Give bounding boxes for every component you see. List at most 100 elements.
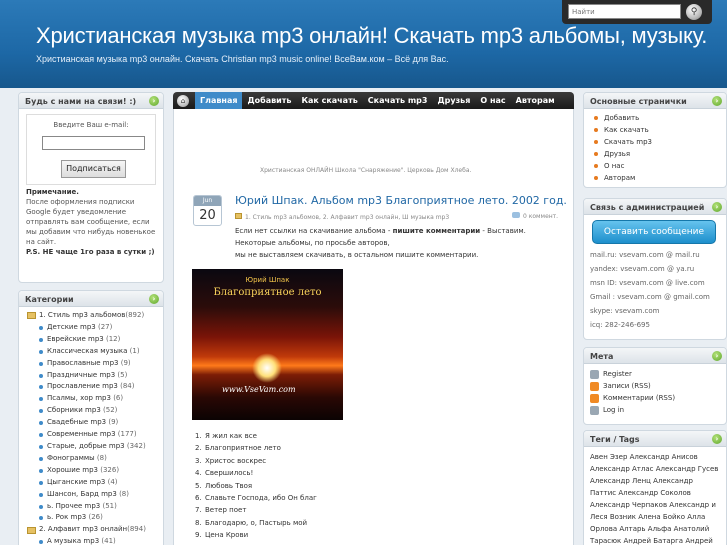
collapse-icon[interactable]: › [149,96,159,106]
category-label[interactable]: Старые, добрые mp3 [47,442,125,450]
category-item[interactable]: ь. Рок mp3 (26) [27,512,163,524]
category-label[interactable]: ь. Рок mp3 [47,513,86,521]
collapse-icon[interactable]: › [712,96,722,106]
category-item[interactable]: Свадебные mp3 (9) [27,417,163,429]
category-item[interactable]: Детские mp3 (27) [27,322,163,334]
nav-friends[interactable]: Друзья [432,92,475,109]
category-count: (326) [100,465,120,474]
category-item[interactable]: Цыганские mp3 (4) [27,477,163,489]
category-item[interactable]: Хорошие mp3 (326) [27,465,163,477]
cover-title: Благоприятное лето [213,287,322,298]
category-label[interactable]: Фонограммы [47,454,95,462]
school-link[interactable]: Христианская ОНЛАЙН Школа "Снаряжение". … [260,167,471,174]
category-label[interactable]: ь. Прочее mp3 [47,502,100,510]
category-label[interactable]: Прославление mp3 [47,382,118,390]
site-title[interactable]: Христианская музыка mp3 онлайн! Скачать … [36,23,707,49]
track-item: 7. Ветер поет [195,506,247,515]
category-item[interactable]: Фонограммы (8) [27,453,163,465]
meta-label[interactable]: Register [603,368,632,380]
contact-line: yandex: vsevam.com @ ya.ru [590,265,695,273]
track-title: Благоприятное лето [205,444,281,453]
category-item[interactable]: Православные mp3 (9) [27,358,163,370]
collapse-icon[interactable]: › [712,434,722,444]
contact-heading: Связь с администрацией [590,203,705,212]
post-categories-text[interactable]: 1. Стиль mp3 альбомов, 2. Алфавит mp3 он… [245,214,449,221]
category-label[interactable]: Детские mp3 [47,323,96,331]
subscribe-button[interactable]: Подписаться [61,160,126,178]
category-item[interactable]: Шансон, Бард mp3 (8) [27,489,163,501]
category-label[interactable]: Хорошие mp3 [47,466,98,474]
collapse-icon[interactable]: › [149,294,159,304]
nav-add[interactable]: Добавить [242,92,296,109]
login-icon [590,405,599,415]
category-count: (892) [125,311,145,319]
collapse-icon[interactable]: › [712,351,722,361]
category-item[interactable]: Классическая музыка (1) [27,346,163,358]
category-item[interactable]: Сборники mp3 (52) [27,405,163,417]
comments-count[interactable]: 0 коммент. [523,213,558,220]
category-item[interactable]: А музыка mp3 (41) [27,536,163,545]
category-label[interactable]: Православные mp3 [47,359,119,367]
meta-label[interactable]: Комментарии (RSS) [603,392,675,404]
category-label[interactable]: 1. Стиль mp3 альбомов [39,310,125,322]
category-item[interactable]: ь. Прочее mp3 (51) [27,501,163,513]
page-link[interactable]: Как скачать [594,124,726,136]
nav-about[interactable]: О нас [475,92,510,109]
category-item[interactable]: Псалмы, хор mp3 (6) [27,393,163,405]
category-label[interactable]: Праздничные mp3 [47,371,115,379]
track-title: Любовь Твоя [205,481,253,490]
meta-link[interactable]: Комментарии (RSS) [590,392,726,404]
track-item: 3. Христос воскрес [195,456,267,465]
pages-widget: Основные странички › Добавить Как скачать С… [583,92,727,188]
track-item: 4. Свершилось! [195,469,254,478]
page-link[interactable]: О нас [594,160,726,172]
nav-download-mp3[interactable]: Скачать mp3 [363,92,433,109]
category-label[interactable]: Цыганские mp3 [47,478,105,486]
category-group[interactable]: 1. Стиль mp3 альбомов (892) [27,310,163,322]
page-link[interactable]: Добавить [594,112,726,124]
subscribe-widget: Будь с нами на связи! :) › Введите Ваш e-… [18,92,164,283]
category-label[interactable]: Псалмы, хор mp3 [47,394,111,402]
track-title: Свершилось! [205,469,254,478]
category-item[interactable]: Еврейские mp3 (12) [27,334,163,346]
category-label[interactable]: 2. Алфавит mp3 онлайн [39,524,127,536]
category-group[interactable]: 2. Алфавит mp3 онлайн (894) [27,524,163,536]
category-label[interactable]: Современные mp3 [47,430,116,438]
category-label[interactable]: А музыка mp3 [47,537,99,545]
search-icon[interactable]: ⚲ [686,4,702,20]
note-title: Примечание. [26,188,79,196]
category-item[interactable]: Праздничные mp3 (5) [27,370,163,382]
category-label[interactable]: Сборники mp3 [47,406,101,414]
category-count: (177) [117,430,137,439]
album-cover[interactable]: Юрий Шпак Благоприятное лето www.VseVam.… [192,269,343,420]
category-item[interactable]: Прославление mp3 (84) [27,381,163,393]
meta-label[interactable]: Log in [603,404,624,416]
meta-label[interactable]: Записи (RSS) [603,380,651,392]
meta-link[interactable]: Log in [590,404,726,416]
tag-cloud[interactable]: Авен Эзер Александр Анисов Александр Атл… [584,447,726,545]
email-field[interactable] [42,136,145,150]
meta-link[interactable]: Записи (RSS) [590,380,726,392]
leave-message-button[interactable]: Оставить сообщение [592,220,716,244]
nav-authors[interactable]: Авторам [511,92,560,109]
home-icon[interactable]: ⌂ [177,94,189,107]
category-item[interactable]: Старые, добрые mp3 (342) [27,441,163,453]
nav-how-to-download[interactable]: Как скачать [296,92,362,109]
nav-home[interactable]: Главная [195,92,243,109]
category-label[interactable]: Классическая музыка [47,347,127,355]
post-title[interactable]: Юрий Шпак. Альбом mp3 Благоприятное лето… [235,194,567,207]
post-comments[interactable]: 0 коммент. [512,212,558,220]
category-count: (52) [103,406,118,415]
category-item[interactable]: Современные mp3 (177) [27,429,163,441]
category-label[interactable]: Свадебные mp3 [47,418,106,426]
category-label[interactable]: Еврейские mp3 [47,335,104,343]
collapse-icon[interactable]: › [712,202,722,212]
cover-author: Юрий Шпак [245,276,290,284]
category-label[interactable]: Шансон, Бард mp3 [47,490,117,498]
meta-list: Register Записи (RSS) Комментарии (RSS) Log… [584,364,726,416]
page-link[interactable]: Скачать mp3 [594,136,726,148]
page-link[interactable]: Авторам [594,172,726,184]
meta-link[interactable]: Register [590,368,726,380]
search-input[interactable] [568,4,681,19]
page-link[interactable]: Друзья [594,148,726,160]
